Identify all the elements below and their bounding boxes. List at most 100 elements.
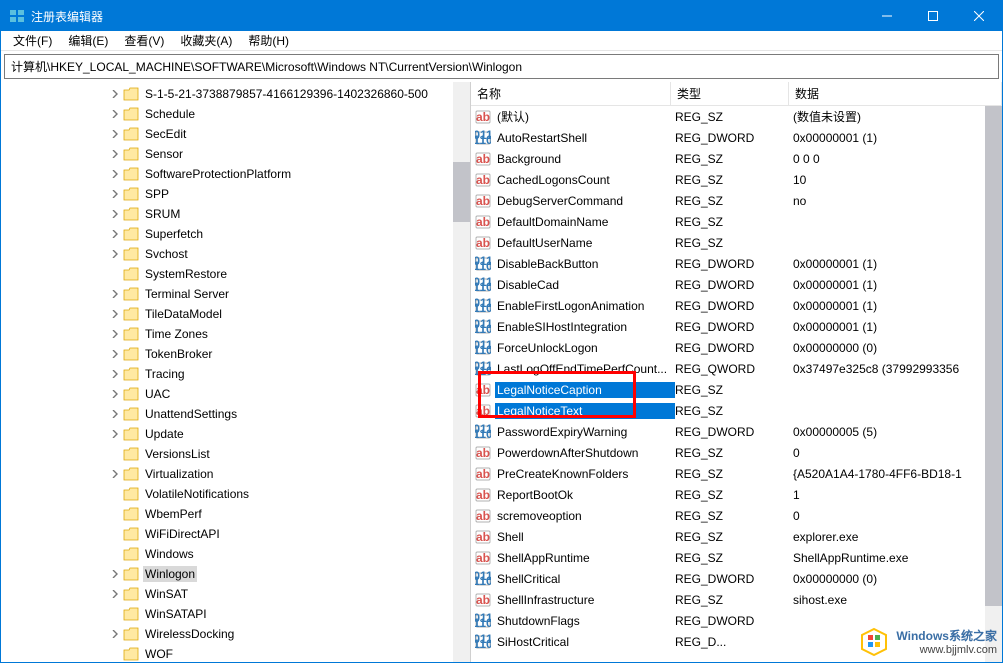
titlebar[interactable]: 注册表编辑器 (1, 1, 1002, 31)
col-header-data[interactable]: 数据 (789, 82, 1002, 106)
list-row[interactable]: 011110DisableCadREG_DWORD0x00000001 (1) (471, 274, 1002, 295)
list-row[interactable]: abPowerdownAfterShutdownREG_SZ0 (471, 442, 1002, 463)
value-name: PowerdownAfterShutdown (495, 445, 675, 461)
maximize-button[interactable] (910, 1, 956, 31)
chevron-right-icon[interactable] (109, 128, 121, 140)
tree-item[interactable]: WOF (1, 644, 470, 662)
list-row[interactable]: 011110DisableBackButtonREG_DWORD0x000000… (471, 253, 1002, 274)
list-row[interactable]: ab(默认)REG_SZ(数值未设置) (471, 106, 1002, 127)
chevron-right-icon[interactable] (109, 308, 121, 320)
chevron-right-icon[interactable] (109, 588, 121, 600)
tree-item[interactable]: WbemPerf (1, 504, 470, 524)
tree-item[interactable]: Svchost (1, 244, 470, 264)
list-row[interactable]: 011110LastLogOffEndTimePerfCount...REG_Q… (471, 358, 1002, 379)
list-row[interactable]: 011110ShellCriticalREG_DWORD0x00000000 (… (471, 568, 1002, 589)
chevron-right-icon[interactable] (109, 368, 121, 380)
tree-item[interactable]: SoftwareProtectionPlatform (1, 164, 470, 184)
tree-item[interactable]: S-1-5-21-3738879857-4166129396-140232686… (1, 84, 470, 104)
list-row[interactable]: abLegalNoticeTextREG_SZ (471, 400, 1002, 421)
list-row[interactable]: abLegalNoticeCaptionREG_SZ (471, 379, 1002, 400)
list-row[interactable]: abReportBootOkREG_SZ1 (471, 484, 1002, 505)
menu-favorites[interactable]: 收藏夹(A) (172, 30, 240, 51)
tree-item[interactable]: Schedule (1, 104, 470, 124)
tree-item[interactable]: WiFiDirectAPI (1, 524, 470, 544)
chevron-right-icon[interactable] (109, 328, 121, 340)
menu-view[interactable]: 查看(V) (116, 30, 172, 51)
list-scrollbar[interactable] (985, 106, 1002, 662)
tree-item[interactable]: VersionsList (1, 444, 470, 464)
tree-item[interactable]: Terminal Server (1, 284, 470, 304)
chevron-right-icon[interactable] (109, 388, 121, 400)
list-body[interactable]: ab(默认)REG_SZ(数值未设置)011110AutoRestartShel… (471, 106, 1002, 662)
tree-item[interactable]: Virtualization (1, 464, 470, 484)
tree-scrollbar[interactable] (453, 82, 470, 662)
list-row[interactable]: abDefaultDomainNameREG_SZ (471, 211, 1002, 232)
list-row[interactable]: 011110AutoRestartShellREG_DWORD0x0000000… (471, 127, 1002, 148)
list-row[interactable]: abShellInfrastructureREG_SZsihost.exe (471, 589, 1002, 610)
chevron-right-icon[interactable] (109, 188, 121, 200)
list-row[interactable]: abscremoveoptionREG_SZ0 (471, 505, 1002, 526)
menu-edit[interactable]: 编辑(E) (60, 30, 116, 51)
tree-item[interactable]: SecEdit (1, 124, 470, 144)
list-row[interactable]: abShellREG_SZexplorer.exe (471, 526, 1002, 547)
chevron-right-icon[interactable] (109, 248, 121, 260)
chevron-right-icon[interactable] (109, 568, 121, 580)
scrollbar-thumb[interactable] (453, 162, 470, 222)
chevron-right-icon[interactable] (109, 408, 121, 420)
tree-item[interactable]: Winlogon (1, 564, 470, 584)
expander-empty (109, 648, 121, 660)
tree-item[interactable]: SPP (1, 184, 470, 204)
chevron-right-icon[interactable] (109, 228, 121, 240)
tree-item[interactable]: UAC (1, 384, 470, 404)
tree-item[interactable]: WirelessDocking (1, 624, 470, 644)
list-row[interactable]: abDefaultUserNameREG_SZ (471, 232, 1002, 253)
chevron-right-icon[interactable] (109, 148, 121, 160)
menu-help[interactable]: 帮助(H) (240, 30, 297, 51)
tree-item[interactable]: Tracing (1, 364, 470, 384)
tree-item[interactable]: Update (1, 424, 470, 444)
tree-item[interactable]: SRUM (1, 204, 470, 224)
chevron-right-icon[interactable] (109, 208, 121, 220)
minimize-button[interactable] (864, 1, 910, 31)
address-bar[interactable]: 计算机\HKEY_LOCAL_MACHINE\SOFTWARE\Microsof… (4, 54, 999, 79)
list-row[interactable]: abShellAppRuntimeREG_SZShellAppRuntime.e… (471, 547, 1002, 568)
col-header-type[interactable]: 类型 (671, 82, 789, 106)
tree-item[interactable]: VolatileNotifications (1, 484, 470, 504)
folder-icon (123, 647, 139, 661)
tree-item[interactable]: Time Zones (1, 324, 470, 344)
chevron-right-icon[interactable] (109, 628, 121, 640)
list-row[interactable]: 011110PasswordExpiryWarningREG_DWORD0x00… (471, 421, 1002, 442)
tree-item[interactable]: Sensor (1, 144, 470, 164)
tree-item[interactable]: Windows (1, 544, 470, 564)
menu-file[interactable]: 文件(F) (5, 30, 60, 51)
list-row[interactable]: abBackgroundREG_SZ0 0 0 (471, 148, 1002, 169)
list-row[interactable]: 011110ForceUnlockLogonREG_DWORD0x0000000… (471, 337, 1002, 358)
tree-pane[interactable]: S-1-5-21-3738879857-4166129396-140232686… (1, 82, 471, 662)
tree-item[interactable]: TileDataModel (1, 304, 470, 324)
chevron-right-icon[interactable] (109, 428, 121, 440)
tree-item-label: SoftwareProtectionPlatform (143, 166, 293, 182)
tree-item[interactable]: WinSAT (1, 584, 470, 604)
tree-item[interactable]: TokenBroker (1, 344, 470, 364)
tree-item[interactable]: WinSATAPI (1, 604, 470, 624)
chevron-right-icon[interactable] (109, 288, 121, 300)
list-row[interactable]: abCachedLogonsCountREG_SZ10 (471, 169, 1002, 190)
close-button[interactable] (956, 1, 1002, 31)
list-row[interactable]: 011110EnableFirstLogonAnimationREG_DWORD… (471, 295, 1002, 316)
list-row[interactable]: abDebugServerCommandREG_SZno (471, 190, 1002, 211)
list-row[interactable]: 011110EnableSIHostIntegrationREG_DWORD0x… (471, 316, 1002, 337)
tree-item[interactable]: UnattendSettings (1, 404, 470, 424)
folder-icon (123, 567, 139, 581)
chevron-right-icon[interactable] (109, 88, 121, 100)
tree-item[interactable]: Superfetch (1, 224, 470, 244)
chevron-right-icon[interactable] (109, 168, 121, 180)
col-header-name[interactable]: 名称 (471, 82, 671, 106)
tree-item[interactable]: SystemRestore (1, 264, 470, 284)
string-value-icon: ab (475, 550, 491, 566)
chevron-right-icon[interactable] (109, 468, 121, 480)
chevron-right-icon[interactable] (109, 108, 121, 120)
chevron-right-icon[interactable] (109, 348, 121, 360)
list-row[interactable]: abPreCreateKnownFoldersREG_SZ{A520A1A4-1… (471, 463, 1002, 484)
value-name: AutoRestartShell (495, 130, 675, 146)
scrollbar-thumb[interactable] (985, 106, 1002, 606)
